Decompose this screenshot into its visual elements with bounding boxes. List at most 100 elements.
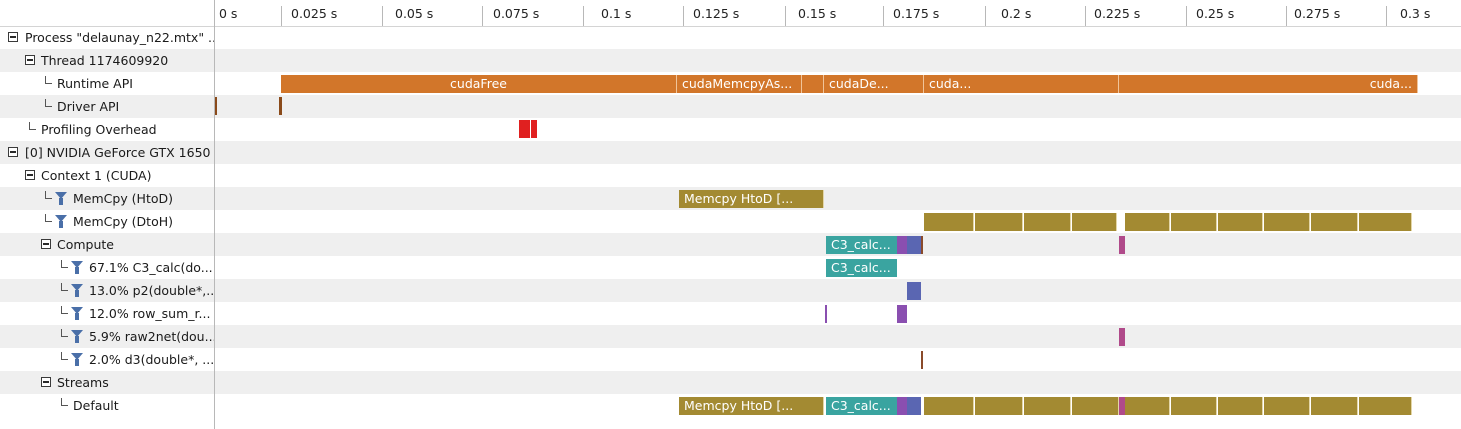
driver-call-bar[interactable] xyxy=(279,97,282,115)
api-call-bar[interactable]: cudaFree xyxy=(281,75,677,93)
tree-row-process[interactable]: Process "delaunay_n22.mtx" ... xyxy=(0,26,214,49)
memcpy-bar[interactable] xyxy=(1125,397,1170,415)
driver-call-bar[interactable] xyxy=(215,97,217,115)
memcpy-bar[interactable] xyxy=(1125,213,1170,231)
tree-row-kernel[interactable]: 5.9% raw2net(dou... xyxy=(0,325,214,348)
kernel-bar[interactable] xyxy=(921,351,923,369)
kernel-bar[interactable] xyxy=(921,236,923,254)
tree-label: 5.9% raw2net(dou... xyxy=(89,329,214,344)
api-call-bar[interactable]: cudaDe... xyxy=(824,75,924,93)
timeline-area[interactable]: cudaFree cudaMemcpyAs... cudaDe... cuda.… xyxy=(215,26,1461,429)
collapse-icon[interactable] xyxy=(8,147,18,157)
kernel-bar[interactable] xyxy=(897,397,907,415)
collapse-icon[interactable] xyxy=(25,170,35,180)
ruler-tick-label: 0.075 s xyxy=(493,6,540,21)
memcpy-bar[interactable] xyxy=(1311,397,1358,415)
timeline-tree[interactable]: Process "delaunay_n22.mtx" ... Thread 11… xyxy=(0,26,214,429)
kernel-bar[interactable] xyxy=(897,305,907,323)
collapse-icon[interactable] xyxy=(41,239,51,249)
kernel-bar[interactable]: C3_calc... xyxy=(826,259,897,277)
ruler-tick-label: 0.175 s xyxy=(893,6,940,21)
filter-icon xyxy=(71,307,83,320)
lane-profiling-overhead xyxy=(215,118,1461,141)
tree-row-runtime-api[interactable]: Runtime API xyxy=(0,72,214,95)
tree-row-kernel[interactable]: 67.1% C3_calc(do... xyxy=(0,256,214,279)
tree-connector-icon xyxy=(45,191,52,199)
filter-icon xyxy=(55,215,67,228)
kernel-bar[interactable] xyxy=(907,397,921,415)
tree-row-kernel[interactable]: 2.0% d3(double*, ... xyxy=(0,348,214,371)
filter-icon xyxy=(71,330,83,343)
tree-row-default-stream[interactable]: Default xyxy=(0,394,214,417)
ruler-tick-label: 0.15 s xyxy=(798,6,837,21)
kernel-bar[interactable] xyxy=(907,282,921,300)
collapse-icon[interactable] xyxy=(8,32,18,42)
api-call-bar[interactable]: cuda... xyxy=(1119,75,1418,93)
tree-connector-icon xyxy=(61,352,68,360)
collapse-icon[interactable] xyxy=(25,55,35,65)
lane-kernel xyxy=(215,302,1461,325)
tree-row-streams[interactable]: Streams xyxy=(0,371,214,394)
api-call-bar[interactable] xyxy=(802,75,824,93)
tree-connector-icon xyxy=(61,329,68,337)
kernel-bar[interactable] xyxy=(1119,236,1125,254)
memcpy-bar[interactable] xyxy=(1024,213,1071,231)
memcpy-bar[interactable] xyxy=(1264,213,1310,231)
memcpy-bar[interactable] xyxy=(975,397,1023,415)
tree-label: Profiling Overhead xyxy=(41,122,157,137)
memcpy-bar[interactable] xyxy=(1218,397,1263,415)
ruler-tick xyxy=(1085,6,1086,26)
tree-connector-icon xyxy=(61,398,68,406)
memcpy-bar[interactable]: Memcpy HtoD [... xyxy=(679,190,824,208)
memcpy-bar[interactable] xyxy=(924,397,974,415)
memcpy-bar[interactable] xyxy=(1072,397,1119,415)
kernel-bar[interactable]: C3_calc... xyxy=(826,397,897,415)
memcpy-bar[interactable] xyxy=(1218,213,1263,231)
tree-row-driver-api[interactable]: Driver API xyxy=(0,95,214,118)
memcpy-bar[interactable] xyxy=(1359,213,1412,231)
memcpy-bar[interactable]: Memcpy HtoD [... xyxy=(679,397,824,415)
memcpy-bar[interactable] xyxy=(1264,397,1310,415)
overhead-bar[interactable] xyxy=(519,120,531,138)
memcpy-bar[interactable] xyxy=(1024,397,1071,415)
ruler-tick-label: 0.1 s xyxy=(601,6,632,21)
tree-connector-icon xyxy=(45,76,52,84)
lane-driver-api xyxy=(215,95,1461,118)
ruler-tick xyxy=(1186,6,1187,26)
memcpy-bar[interactable] xyxy=(1171,213,1217,231)
kernel-bar[interactable] xyxy=(1119,328,1125,346)
memcpy-bar[interactable] xyxy=(924,213,974,231)
tree-row-thread[interactable]: Thread 1174609920 xyxy=(0,49,214,72)
tree-row-kernel[interactable]: 12.0% row_sum_r... xyxy=(0,302,214,325)
ruler-tick-label: 0.3 s xyxy=(1400,6,1431,21)
tree-label: Default xyxy=(73,398,119,413)
memcpy-bar[interactable] xyxy=(1171,397,1217,415)
memcpy-bar[interactable] xyxy=(1311,213,1358,231)
ruler-tick-label: 0 s xyxy=(219,6,238,21)
kernel-bar[interactable] xyxy=(897,236,907,254)
tree-row-gpu[interactable]: [0] NVIDIA GeForce GTX 1650 xyxy=(0,141,214,164)
memcpy-bar[interactable] xyxy=(1359,397,1412,415)
tree-row-memcpy-htod[interactable]: MemCpy (HtoD) xyxy=(0,187,214,210)
collapse-icon[interactable] xyxy=(41,377,51,387)
tree-row-memcpy-dtoh[interactable]: MemCpy (DtoH) xyxy=(0,210,214,233)
api-call-bar[interactable]: cuda... xyxy=(924,75,1119,93)
tree-row-profiling-overhead[interactable]: Profiling Overhead xyxy=(0,118,214,141)
tree-row-context[interactable]: Context 1 (CUDA) xyxy=(0,164,214,187)
lane-memcpy-htod: Memcpy HtoD [... xyxy=(215,187,1461,210)
time-ruler[interactable]: 0 s 0.025 s 0.05 s 0.075 s 0.1 s 0.125 s… xyxy=(0,0,1461,27)
kernel-bar[interactable] xyxy=(907,236,921,254)
ruler-tick xyxy=(683,6,684,26)
kernel-bar[interactable] xyxy=(825,305,827,323)
memcpy-bar[interactable] xyxy=(1072,213,1117,231)
lane-process xyxy=(215,26,1461,49)
tree-label: Driver API xyxy=(57,99,120,114)
kernel-bar[interactable]: C3_calc... xyxy=(826,236,897,254)
memcpy-bar[interactable] xyxy=(975,213,1023,231)
tree-row-kernel[interactable]: 13.0% p2(double*,... xyxy=(0,279,214,302)
tree-row-compute[interactable]: Compute xyxy=(0,233,214,256)
ruler-tick xyxy=(281,6,282,26)
overhead-bar[interactable] xyxy=(531,120,538,138)
tree-connector-icon xyxy=(61,306,68,314)
api-call-bar[interactable]: cudaMemcpyAs... xyxy=(677,75,802,93)
